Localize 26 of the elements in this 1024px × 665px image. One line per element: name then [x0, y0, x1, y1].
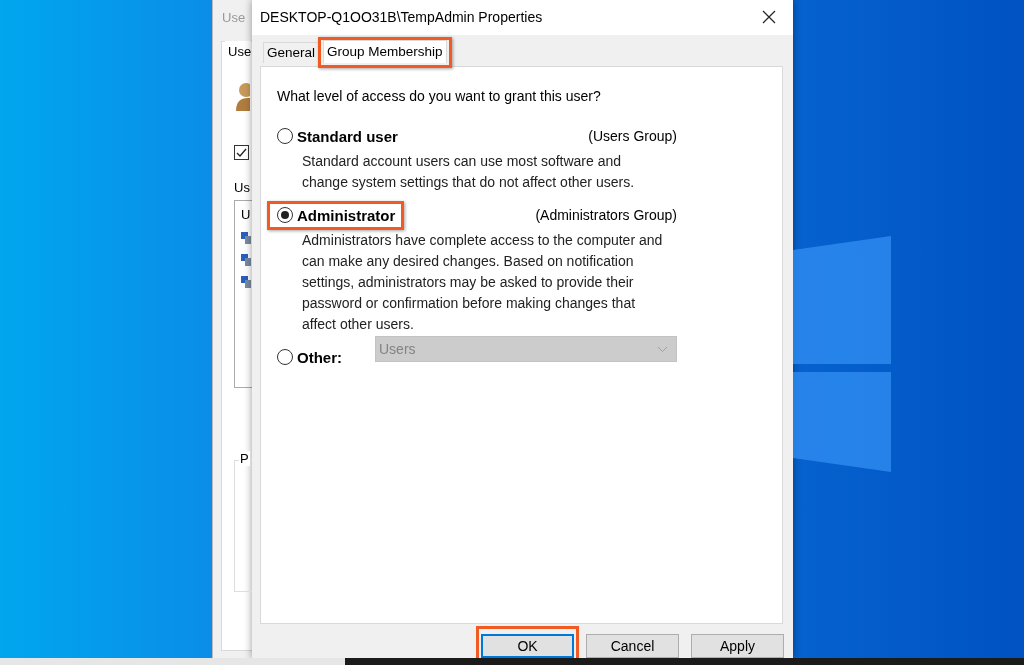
- group-label: P: [239, 451, 250, 466]
- option-description: Standard account users can use most software and change system settings that do not affect other users.: [302, 151, 636, 192]
- chevron-icon: [657, 345, 668, 353]
- window-title: DESKTOP-Q1OO31B\TempAdmin Properties: [260, 9, 543, 26]
- list-header: U: [241, 207, 251, 222]
- dialog-button[interactable]: Apply: [691, 634, 784, 658]
- tab[interactable]: Group Membership: [323, 39, 447, 63]
- user-icon: [241, 252, 251, 266]
- dialog-button[interactable]: Cancel: [586, 634, 679, 658]
- user-icon: [241, 274, 251, 288]
- close-icon[interactable]: [762, 10, 776, 25]
- user-icon: [234, 81, 250, 111]
- option-description: Administrators have complete access to the computer and can make any desired changes. Based on notification settings, administrators may be asked to provide their password or confirmation before making changes that affect other users.: [302, 230, 664, 334]
- checkbox[interactable]: [234, 145, 249, 160]
- tab[interactable]: General: [263, 41, 320, 63]
- field-label: Us: [234, 180, 250, 195]
- radio-button[interactable]: [277, 128, 293, 145]
- dialog-button[interactable]: OK: [481, 634, 574, 658]
- window-title: Use: [221, 9, 247, 27]
- radio-button[interactable]: [277, 207, 293, 224]
- option-label[interactable]: Standard user: [297, 127, 398, 145]
- group-name: (Administrators Group): [535, 207, 677, 224]
- user-icon: [241, 230, 251, 244]
- option-label[interactable]: Administrator: [297, 206, 396, 224]
- group-name: (Users Group): [588, 128, 677, 145]
- prompt-text: What level of access do you want to grant this user?: [277, 87, 602, 104]
